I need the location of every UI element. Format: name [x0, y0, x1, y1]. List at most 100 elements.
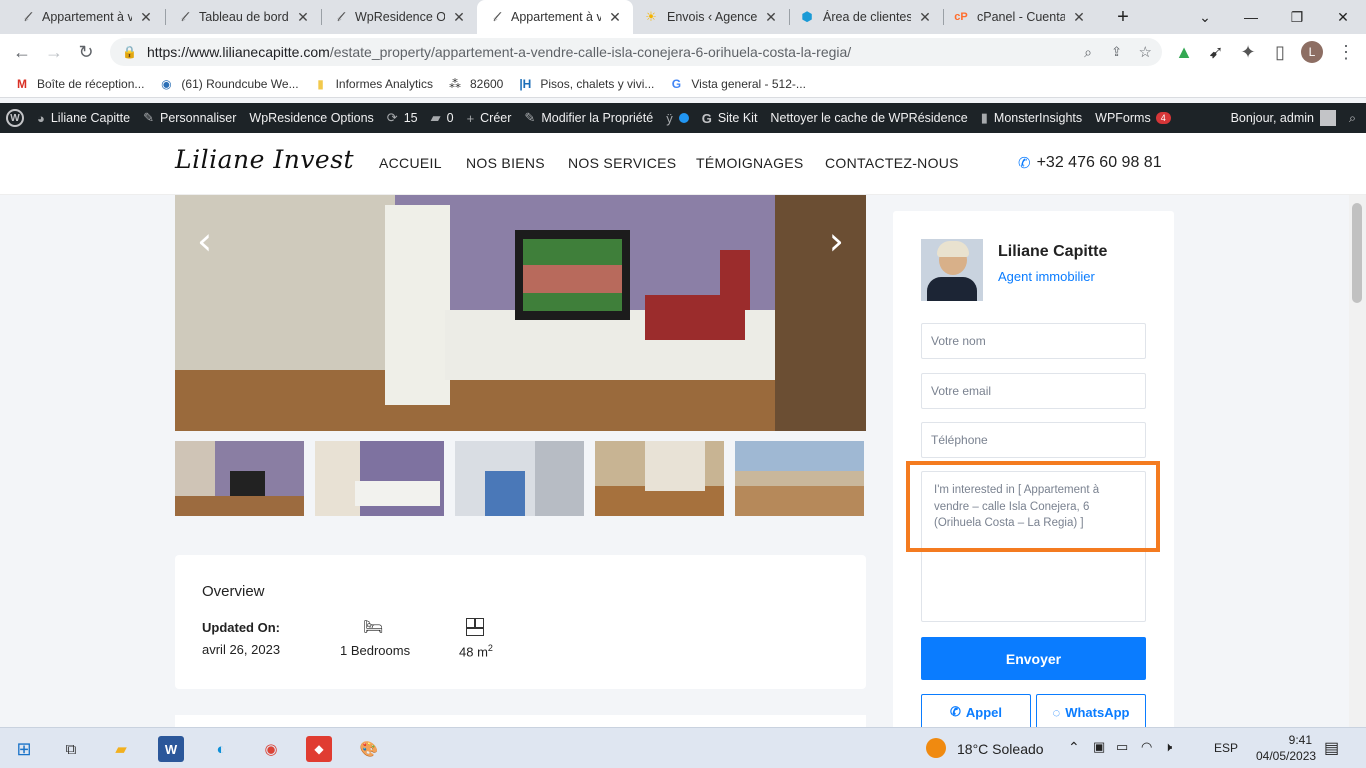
bookmark-star-icon[interactable]: ☆: [1139, 43, 1152, 61]
wp-updates-link[interactable]: ⟳ 15: [387, 110, 418, 126]
close-icon[interactable]: ✕: [451, 9, 467, 26]
back-icon[interactable]: ←: [8, 38, 36, 66]
wp-comments-link[interactable]: ▰ 0: [431, 110, 454, 126]
wp-cache-link[interactable]: Nettoyer le cache de WPRésidence: [770, 111, 967, 125]
tab-search-icon[interactable]: ⌄: [1182, 0, 1228, 34]
tab-1[interactable]: 𝓁 Appartement à ve ✕: [8, 0, 164, 34]
notifications-icon[interactable]: ▤: [1324, 738, 1339, 758]
restore-icon[interactable]: ❐: [1274, 0, 1320, 34]
wp-wpforms-link[interactable]: WPForms 4: [1095, 111, 1171, 125]
share-icon[interactable]: ⇪: [1111, 44, 1122, 60]
drive-extension-icon[interactable]: ▲: [1170, 38, 1198, 66]
clock[interactable]: 9:41 04/05/2023: [1256, 732, 1316, 764]
wp-edit-link[interactable]: ✎ Modifier la Propriété: [524, 110, 653, 126]
wp-account-link[interactable]: Bonjour, admin: [1231, 110, 1336, 126]
nav-accueil[interactable]: ACCUEIL: [379, 155, 442, 171]
phone-input[interactable]: Téléphone: [921, 422, 1146, 458]
site-logo[interactable]: Liliane Invest: [175, 145, 354, 174]
minimize-icon[interactable]: —: [1228, 0, 1274, 34]
wifi-icon[interactable]: ◠: [1141, 739, 1152, 755]
window-close-icon[interactable]: ✕: [1320, 0, 1366, 34]
yoast-icon[interactable]: ÿ: [666, 111, 689, 126]
address-bar[interactable]: 🔒 https://www.lilianecapitte.com /estate…: [110, 38, 1162, 66]
close-icon[interactable]: ✕: [295, 9, 311, 26]
whatsapp-button[interactable]: ◌ WhatsApp: [1036, 694, 1146, 730]
bookmark-label: Boîte de réception...: [37, 76, 145, 91]
wp-insights-link[interactable]: ▮ MonsterInsights: [981, 110, 1082, 126]
task-view-icon[interactable]: ⧉: [58, 736, 84, 762]
bookmark-google[interactable]: G Vista general - 512-...: [668, 76, 806, 92]
email-input[interactable]: Votre email: [921, 373, 1146, 409]
prev-arrow-icon[interactable]: ‹: [197, 219, 212, 263]
anydesk-icon[interactable]: ◆: [306, 736, 332, 762]
word-icon[interactable]: W: [158, 736, 184, 762]
nav-nos-services[interactable]: NOS SERVICES: [568, 155, 676, 171]
close-icon[interactable]: ✕: [763, 9, 779, 26]
property-main-image[interactable]: ‹ ›: [175, 195, 866, 431]
reload-icon[interactable]: ↻: [72, 38, 100, 66]
bookmark-analytics[interactable]: ▮ Informes Analytics: [313, 76, 433, 92]
wp-search-icon[interactable]: ⌕: [1349, 111, 1356, 126]
send-button[interactable]: Envoyer: [921, 637, 1146, 680]
wp-customize-link[interactable]: ✎ Personnaliser: [143, 110, 236, 126]
wp-create-link[interactable]: + Créer: [467, 111, 512, 126]
tab-4-active[interactable]: 𝓁 Appartement à v ✕: [477, 0, 633, 34]
gallery-thumbnail[interactable]: [455, 441, 584, 516]
edge-icon[interactable]: ◐: [208, 736, 234, 762]
wp-site-link[interactable]: ◕ Liliane Capitte: [37, 111, 130, 126]
side-panel-icon[interactable]: ▯: [1266, 38, 1294, 66]
nav-temoignages[interactable]: TÉMOIGNAGES: [696, 155, 804, 171]
nav-contactez-nous[interactable]: CONTACTEZ-NOUS: [825, 155, 959, 171]
bookmark-gmail[interactable]: M Boîte de réception...: [14, 76, 144, 92]
profile-avatar[interactable]: L: [1298, 38, 1326, 66]
gallery-thumbnail[interactable]: [315, 441, 444, 516]
language-indicator[interactable]: ESP: [1214, 741, 1238, 755]
agent-name[interactable]: Liliane Capitte: [998, 243, 1107, 261]
tab-2[interactable]: 𝓁 Tableau de bord ✕: [165, 0, 321, 34]
tab-3[interactable]: 𝓁 WpResidence Op ✕: [321, 0, 477, 34]
battery-icon[interactable]: ▭: [1116, 739, 1128, 755]
wp-logo-icon[interactable]: W: [6, 109, 24, 127]
tab-7[interactable]: cP cPanel - Cuentas ✕: [943, 0, 1097, 34]
weather-sun-icon[interactable]: [926, 738, 946, 758]
chrome-icon[interactable]: ◉: [258, 736, 284, 762]
close-icon[interactable]: ✕: [607, 9, 623, 26]
wp-options-link[interactable]: WpResidence Options: [249, 111, 373, 125]
call-button[interactable]: ✆ Appel: [921, 694, 1031, 730]
nav-nos-biens[interactable]: NOS BIENS: [466, 155, 545, 171]
cube-icon: ⬢: [801, 9, 813, 24]
close-icon[interactable]: ✕: [1071, 9, 1087, 26]
next-arrow-icon[interactable]: ›: [829, 219, 844, 263]
zoom-icon[interactable]: ⌕: [1084, 44, 1092, 61]
updated-label: Updated On:: [202, 620, 280, 635]
header-phone[interactable]: ✆ +32 476 60 98 81: [1018, 154, 1162, 172]
name-input[interactable]: Votre nom: [921, 323, 1146, 359]
tab-6[interactable]: ⬢ Área de clientes ✕: [789, 0, 943, 34]
bookmark-pisos[interactable]: |H Pisos, chalets y vivi...: [517, 76, 654, 92]
paint-icon[interactable]: 🎨: [356, 736, 382, 762]
gallery-thumbnail[interactable]: [595, 441, 724, 516]
gallery-thumbnail[interactable]: [735, 441, 864, 516]
wp-sitekit-link[interactable]: G Site Kit: [702, 111, 758, 126]
close-icon[interactable]: ✕: [917, 9, 933, 26]
puzzle-icon[interactable]: ✦: [1234, 38, 1262, 66]
volume-icon[interactable]: 🕨: [1164, 739, 1172, 755]
roundcube-icon: ◉: [161, 76, 172, 91]
tab-5[interactable]: ☀ Envois ‹ Agence ✕: [633, 0, 789, 34]
file-explorer-icon[interactable]: ▰: [108, 736, 134, 762]
menu-icon[interactable]: ⋮: [1332, 38, 1360, 66]
bookmark-roundcube[interactable]: ◉ (61) Roundcube We...: [158, 76, 298, 92]
new-tab-button[interactable]: +: [1100, 0, 1146, 34]
extension-icon[interactable]: ➹: [1202, 38, 1230, 66]
close-icon[interactable]: ✕: [138, 9, 154, 26]
brush-icon: ✎: [143, 110, 154, 125]
weather-widget[interactable]: 18°C Soleado: [957, 741, 1044, 757]
meet-icon[interactable]: ▣: [1093, 739, 1105, 755]
windows-start-icon[interactable]: ⊞: [11, 736, 37, 762]
bookmark-82600[interactable]: ⁂ 82600: [447, 76, 503, 92]
scrollbar-thumb[interactable]: [1352, 203, 1362, 303]
site-header: Liliane Invest ACCUEIL NOS BIENS NOS SER…: [0, 133, 1366, 195]
tray-chevron-icon[interactable]: ⌃: [1068, 739, 1080, 756]
forward-icon[interactable]: →: [40, 38, 68, 66]
gallery-thumbnail[interactable]: [175, 441, 304, 516]
